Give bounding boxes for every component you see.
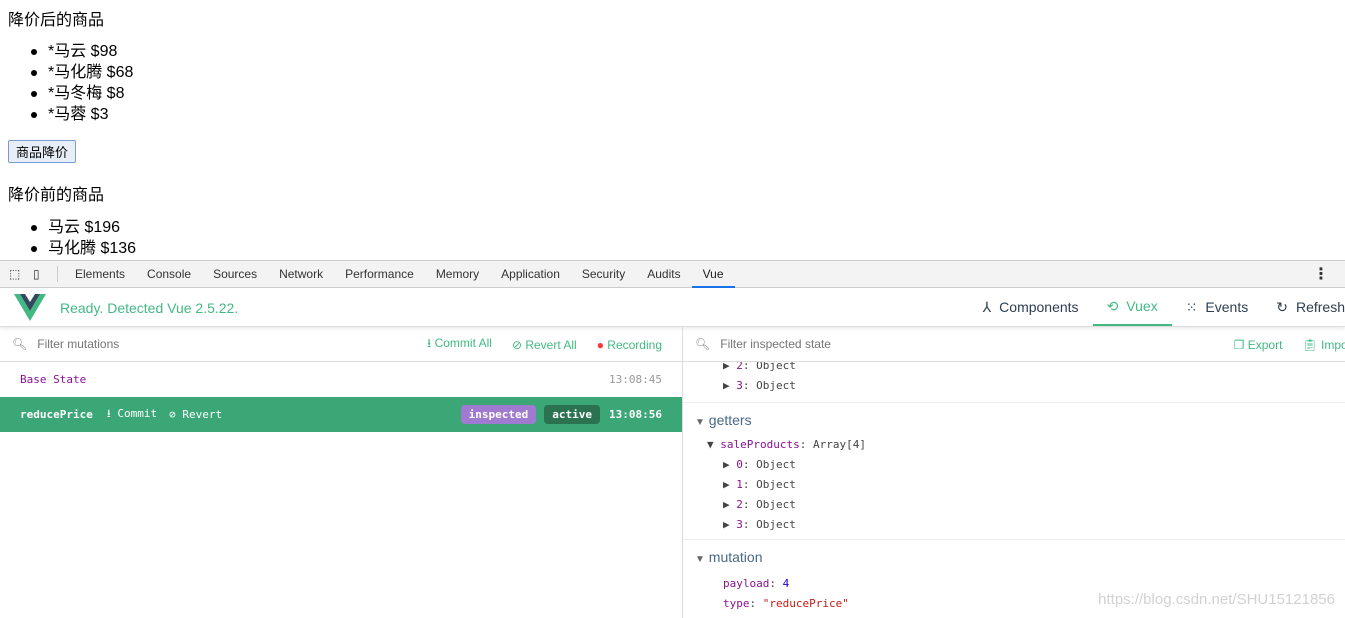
tab-elements[interactable]: Elements (64, 261, 136, 288)
page-content: 降价后的商品 *马云 $98 *马化腾 $68 *马冬梅 $8 *马蓉 $3 商… (0, 0, 1345, 260)
mutation-row-base-state[interactable]: Base State 13:08:45 (0, 362, 682, 397)
mutation-header[interactable]: ▼ mutation (683, 546, 1345, 568)
more-icon[interactable]: ⋮ (1313, 264, 1329, 284)
tab-sources[interactable]: Sources (202, 261, 268, 288)
list-item: 马化腾 $136 (30, 240, 137, 257)
download-icon: ⭳ (427, 336, 432, 350)
history-icon: ⟲ (1106, 297, 1119, 314)
reduce-price-button[interactable]: 商品降价 (8, 140, 77, 163)
revert-button[interactable]: ⊘ Revert (169, 408, 222, 421)
vue-header: Ready. Detected Vue 2.5.22. ⅄ Components … (0, 288, 1345, 327)
tree-item[interactable]: ▶ 0: Object (683, 455, 1345, 475)
tab-performance[interactable]: Performance (334, 261, 425, 288)
state-tree: ▶ 2: Object ▶ 3: Object (683, 356, 1345, 396)
tab-security[interactable]: Security (571, 261, 636, 288)
tab-memory[interactable]: Memory (425, 261, 490, 288)
active-badge: active (544, 405, 600, 424)
commit-button[interactable]: ⭳ Commit (107, 405, 157, 424)
tab-application[interactable]: Application (490, 261, 571, 288)
clipboard-icon: 📋︎ (1302, 337, 1318, 352)
export-button[interactable]: ❐ Export (1234, 338, 1283, 352)
nav-vuex[interactable]: ⟲ Vuex (1092, 288, 1172, 326)
tab-vue[interactable]: Vue (691, 261, 735, 288)
divider (57, 266, 58, 282)
devtools: ⬚ ▯ Elements Console Sources Network Per… (0, 260, 1345, 618)
record-icon: ● (596, 337, 604, 352)
tree-item[interactable]: ▶ 1: Object (683, 475, 1345, 495)
events-icon: ⁙ (1185, 298, 1198, 315)
state-pane: 🔍︎ ❐ Export 📋︎ Import ▶ 2: Object ▶ 3: O… (683, 327, 1345, 618)
device-icon[interactable]: ▯ (33, 267, 57, 281)
refresh-icon: ↻ (1276, 298, 1288, 315)
tree-item[interactable]: ▼ saleProducts: Array[4] (683, 435, 1345, 455)
nav-refresh[interactable]: ↻ Refresh (1262, 288, 1345, 326)
filter-state-input[interactable] (720, 337, 1021, 351)
before-title: 降价前的商品 (8, 187, 105, 204)
import-button[interactable]: 📋︎ Import (1302, 338, 1345, 352)
watermark: https://blog.csdn.net/SHU15121856 (1098, 591, 1335, 608)
vue-logo-icon (14, 294, 46, 321)
tab-audits[interactable]: Audits (636, 261, 691, 288)
vue-nav: ⅄ Components ⟲ Vuex ⁙ Events ↻ Refresh (969, 288, 1345, 326)
list-item: *马云 $98 (30, 41, 133, 62)
copy-icon: ❐ (1233, 337, 1245, 352)
tab-network[interactable]: Network (268, 261, 334, 288)
inspect-icon[interactable]: ⬚ (9, 267, 27, 281)
after-title: 降价后的商品 (8, 12, 105, 29)
search-icon: 🔍︎ (695, 337, 711, 351)
tab-console[interactable]: Console (136, 261, 202, 288)
getters-section: ▼ getters ▼ saleProducts: Array[4] ▶ 0: … (683, 402, 1345, 539)
mutations-pane: 🔍︎ ⭳ Commit All ⊘ Revert All ● Recording… (0, 327, 683, 618)
before-list: 马云 $196 马化腾 $136 (30, 217, 137, 259)
list-item: *马冬梅 $8 (30, 83, 133, 104)
list-item: *马蓉 $3 (30, 104, 133, 125)
filter-mutations-input[interactable] (37, 337, 338, 351)
inspected-badge: inspected (460, 405, 537, 424)
components-icon: ⅄ (982, 298, 992, 315)
revert-all-button[interactable]: ⊘ Revert All (512, 338, 577, 352)
block-icon: ⊘ (511, 337, 522, 352)
search-icon: 🔍︎ (12, 337, 28, 351)
commit-all-button[interactable]: ⭳ Commit All (427, 334, 492, 355)
devtools-tabbar: ⬚ ▯ Elements Console Sources Network Per… (0, 261, 1345, 288)
tree-item[interactable]: ▶ 2: Object (683, 495, 1345, 515)
tree-item[interactable]: ▶ 3: Object (683, 376, 1345, 396)
tree-item[interactable]: ▶ 3: Object (683, 515, 1345, 535)
list-item: *马化腾 $68 (30, 64, 134, 81)
nav-components[interactable]: ⅄ Components (969, 288, 1093, 326)
nav-events[interactable]: ⁙ Events (1172, 288, 1263, 326)
mutation-row-reduceprice[interactable]: reducePrice ⭳ Commit ⊘ Revert inspected … (0, 397, 682, 432)
list-item: 马云 $196 (30, 217, 136, 238)
state-filter-bar: 🔍︎ ❐ Export 📋︎ Import (683, 327, 1345, 362)
getters-header[interactable]: ▼ getters (683, 409, 1345, 431)
status-text: Ready. Detected Vue 2.5.22. (60, 300, 239, 316)
after-list: *马云 $98 *马化腾 $68 *马冬梅 $8 *马蓉 $3 (30, 41, 134, 125)
mutation-filter-bar: 🔍︎ ⭳ Commit All ⊘ Revert All ● Recording (0, 327, 682, 362)
recording-button[interactable]: ● Recording (597, 338, 662, 352)
